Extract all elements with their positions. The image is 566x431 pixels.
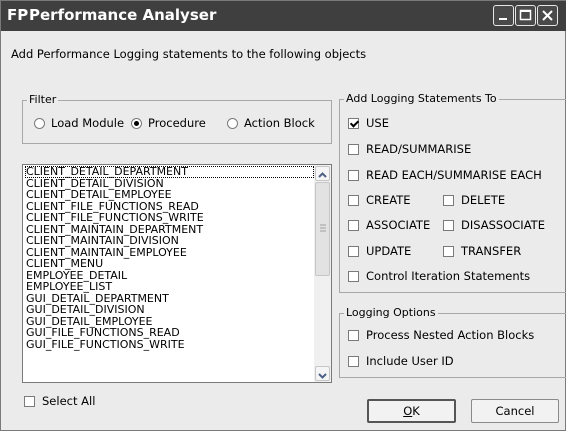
list-item[interactable]: GUI_FILE_FUNCTIONS_WRITE	[25, 338, 314, 351]
scroll-thumb[interactable]	[315, 182, 330, 276]
use-checkbox[interactable]: USE	[348, 116, 389, 130]
grip-icon	[320, 224, 326, 232]
title-bar[interactable]: FP Performance Analyser	[1, 1, 566, 31]
radio-label: Action Block	[244, 116, 315, 130]
list-item[interactable]: CLIENT_FILE_FUNCTIONS_WRITE	[25, 212, 314, 224]
create-checkbox[interactable]: CREATE	[348, 193, 411, 207]
checkbox-label: DISASSOCIATE	[461, 218, 545, 232]
logging-statements-label: Add Logging Statements To	[344, 92, 499, 106]
checkbox-icon	[443, 219, 454, 231]
checkbox-icon	[348, 169, 359, 181]
checkbox-icon	[348, 143, 359, 155]
checkbox-icon	[348, 245, 359, 257]
checkbox-icon	[348, 355, 359, 367]
list-item[interactable]: CLIENT_DETAIL_DEPARTMENT	[25, 166, 314, 178]
associate-checkbox[interactable]: ASSOCIATE	[348, 218, 430, 232]
maximize-icon	[519, 9, 532, 21]
filter-group: Filter Load Module Procedure Action Bloc…	[22, 93, 332, 144]
objects-listbox[interactable]: CLIENT_DETAIL_DEPARTMENT CLIENT_DETAIL_DI…	[22, 164, 332, 383]
checkbox-label: READ/SUMMARISE	[366, 142, 472, 156]
list-item[interactable]: CLIENT_MAINTAIN_DIVISION	[25, 235, 314, 247]
radio-action-block[interactable]: Action Block	[227, 116, 315, 130]
radio-label: Procedure	[148, 116, 206, 130]
checkbox-label: Control Iteration Statements	[366, 269, 531, 283]
cancel-button[interactable]: Cancel	[471, 399, 559, 423]
read-summarise-checkbox[interactable]: READ/SUMMARISE	[348, 142, 471, 156]
chevron-down-icon	[318, 373, 327, 379]
filter-group-label: Filter	[27, 93, 59, 107]
maximize-button[interactable]	[515, 5, 536, 26]
fp-app-icon: FP	[7, 6, 29, 24]
list-item[interactable]: CLIENT_MENU	[25, 258, 314, 270]
checkbox-label: DELETE	[461, 193, 506, 207]
checkbox-label: TRANSFER	[461, 244, 522, 258]
checkbox-label: Select All	[42, 394, 96, 408]
scroll-up-button[interactable]	[315, 166, 330, 181]
select-all-checkbox[interactable]: Select All	[24, 394, 95, 408]
list-item[interactable]: GUI_FILE_FUNCTIONS_READ	[25, 327, 314, 339]
checkbox-icon	[348, 194, 359, 206]
radio-load-module[interactable]: Load Module	[34, 116, 124, 130]
disassociate-checkbox[interactable]: DISASSOCIATE	[443, 218, 545, 232]
checkbox-icon	[348, 329, 359, 341]
delete-checkbox[interactable]: DELETE	[443, 193, 505, 207]
logging-options-group: Logging Options Process Nested Action Bl…	[339, 306, 566, 378]
list-item[interactable]: EMPLOYEE_LIST	[25, 281, 314, 293]
checkbox-icon	[443, 245, 454, 257]
minimize-button[interactable]	[493, 5, 514, 26]
nested-action-blocks-checkbox[interactable]: Process Nested Action Blocks	[348, 328, 534, 342]
radio-procedure[interactable]: Procedure	[131, 116, 206, 130]
checkbox-label: Process Nested Action Blocks	[366, 328, 535, 342]
ok-mnemonic: O	[403, 404, 413, 418]
logging-options-label: Logging Options	[344, 306, 438, 320]
radio-button-selected-icon	[131, 117, 142, 129]
minimize-icon	[499, 18, 507, 20]
ok-button[interactable]: OK	[367, 399, 456, 423]
checkbox-icon	[348, 219, 359, 231]
vertical-scrollbar[interactable]	[314, 165, 331, 382]
instructions-text: Add Performance Logging statements to th…	[11, 47, 367, 61]
checkbox-checked-icon	[348, 117, 359, 129]
ok-label: K	[412, 404, 420, 418]
list-item[interactable]: CLIENT_DETAIL_EMPLOYEE	[25, 189, 314, 201]
checkbox-icon	[24, 395, 35, 407]
radio-button-icon	[227, 117, 238, 129]
close-button[interactable]	[537, 5, 558, 26]
window-title: Performance Analyser	[29, 6, 217, 24]
checkbox-icon	[348, 270, 359, 282]
include-user-id-checkbox[interactable]: Include User ID	[348, 354, 454, 368]
update-checkbox[interactable]: UPDATE	[348, 244, 411, 258]
checkbox-label: READ EACH/SUMMARISE EACH	[366, 168, 542, 182]
control-iteration-checkbox[interactable]: Control Iteration Statements	[348, 269, 530, 283]
scroll-down-button[interactable]	[315, 366, 330, 381]
chevron-up-icon	[318, 172, 327, 178]
performance-analyser-dialog: FP Performance Analyser Add Performance …	[0, 0, 566, 431]
checkbox-label: UPDATE	[366, 244, 412, 258]
objects-list: CLIENT_DETAIL_DEPARTMENT CLIENT_DETAIL_DI…	[25, 166, 314, 350]
radio-button-icon	[34, 117, 45, 129]
checkbox-label: ASSOCIATE	[366, 218, 431, 232]
list-item[interactable]: GUI_DETAIL_DIVISION	[25, 304, 314, 316]
radio-label: Load Module	[51, 116, 125, 130]
checkbox-label: CREATE	[366, 193, 411, 207]
close-icon	[542, 10, 553, 21]
logging-statements-group: Add Logging Statements To USE READ/SUMMA…	[339, 92, 566, 293]
checkbox-label: USE	[366, 116, 389, 130]
checkbox-icon	[443, 194, 454, 206]
transfer-checkbox[interactable]: TRANSFER	[443, 244, 521, 258]
checkbox-label: Include User ID	[366, 354, 454, 368]
read-each-checkbox[interactable]: READ EACH/SUMMARISE EACH	[348, 168, 542, 182]
